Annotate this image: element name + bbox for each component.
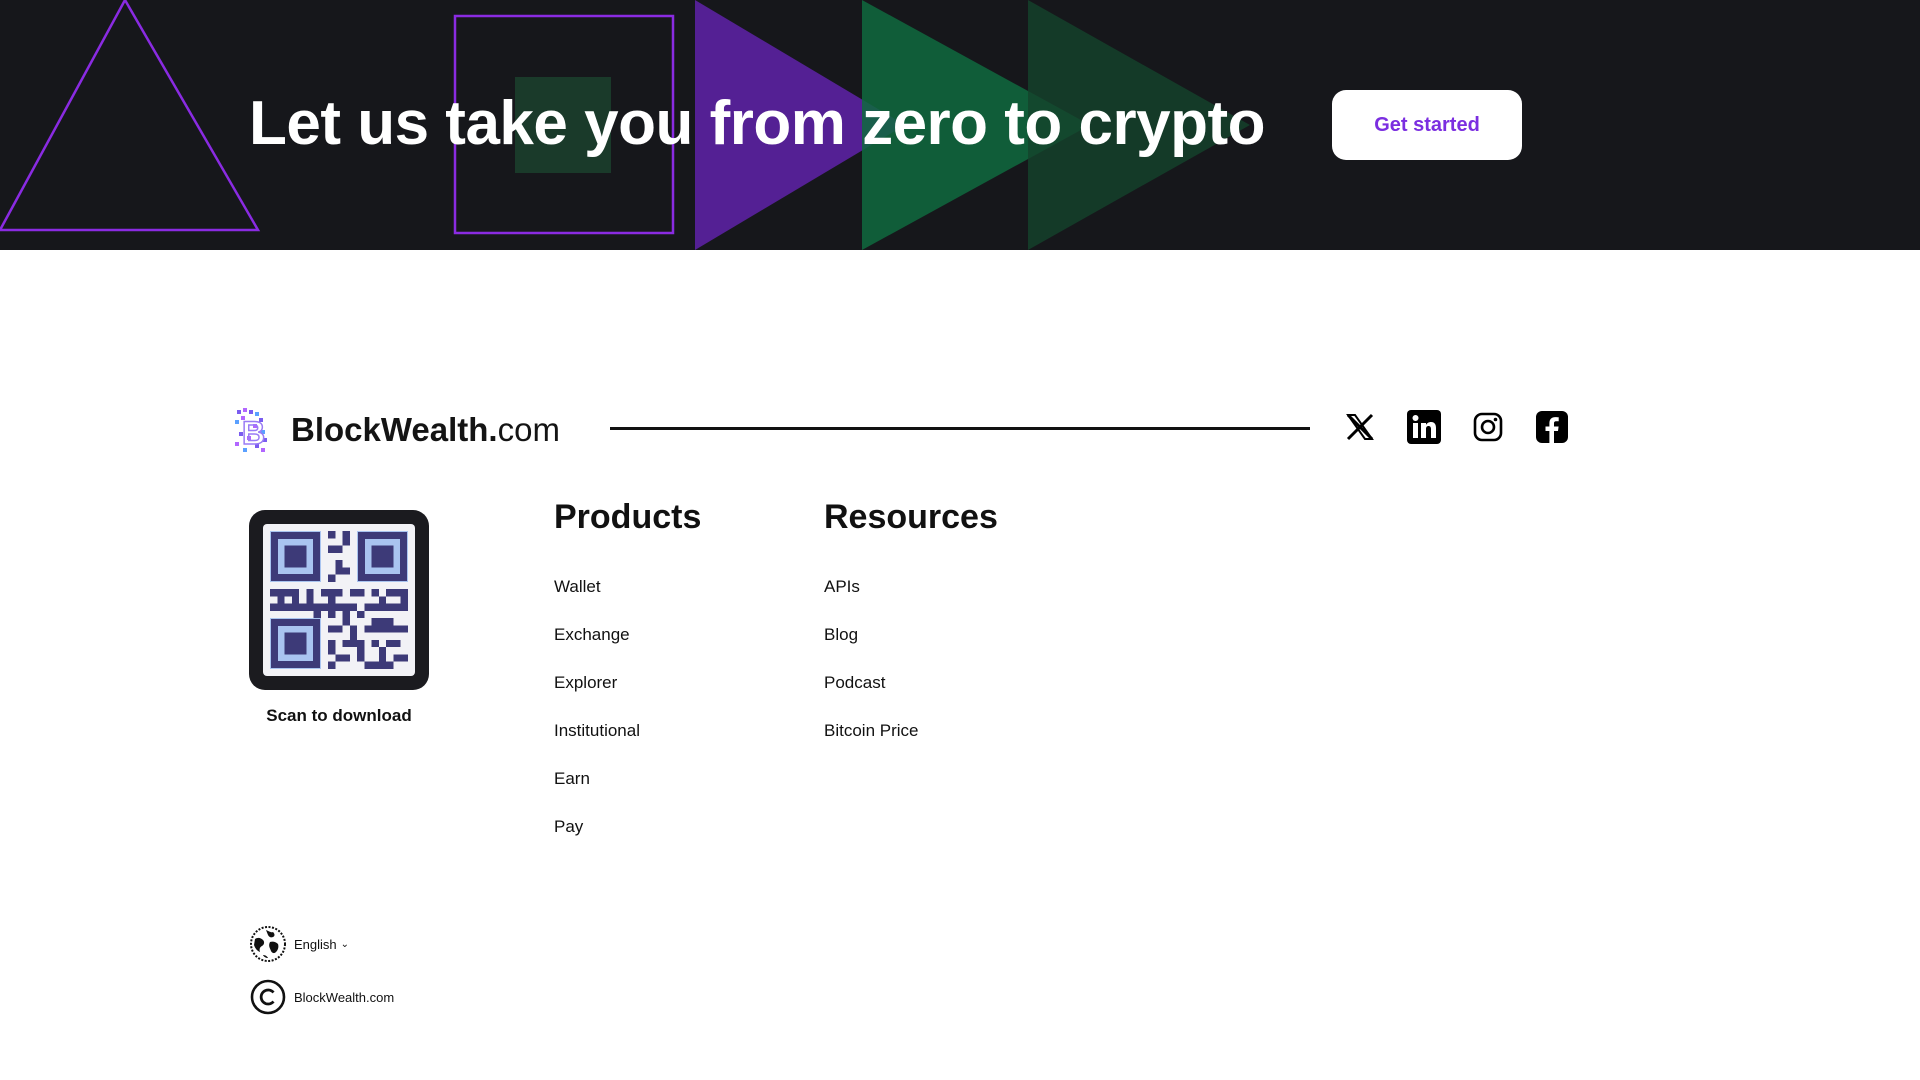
svg-text:B: B (242, 415, 265, 451)
linkedin-icon[interactable] (1407, 410, 1441, 444)
resources-heading: Resources (824, 498, 998, 536)
footer-link-bitcoin-price[interactable]: Bitcoin Price (824, 721, 998, 769)
products-heading: Products (554, 498, 702, 536)
footer-link-earn[interactable]: Earn (554, 769, 701, 817)
download-qr-code (249, 510, 429, 690)
hero-title: Let us take you from zero to crypto (249, 89, 1266, 158)
footer-link-wallet[interactable]: Wallet (554, 577, 701, 625)
brand-name: BlockWealth.com (291, 411, 560, 448)
x-icon[interactable] (1343, 410, 1377, 444)
language-selector[interactable]: English ⌄ (249, 925, 349, 963)
copyright-icon (250, 979, 286, 1015)
footer-link-podcast[interactable]: Podcast (824, 673, 998, 721)
footer-link-institutional[interactable]: Institutional (554, 721, 701, 769)
products-column: Products Wallet Exchange Explorer Instit… (554, 498, 701, 865)
language-label: English (294, 936, 337, 952)
copyright: BlockWealth.com (249, 978, 394, 1016)
footer-link-pay[interactable]: Pay (554, 817, 701, 865)
copyright-label: BlockWealth.com (294, 989, 395, 1005)
qr-caption: Scan to download (266, 706, 412, 725)
facebook-icon[interactable] (1535, 410, 1569, 444)
qr-code-icon (263, 524, 415, 676)
hero-banner: Let us take you from zero to crypto Get … (0, 0, 1920, 250)
chevron-down-icon: ⌄ (340, 938, 350, 950)
globe-icon (250, 926, 286, 962)
get-started-button[interactable]: Get started (1332, 90, 1522, 160)
footer-divider (610, 427, 1310, 430)
footer-link-exchange[interactable]: Exchange (554, 625, 701, 673)
blockwealth-logo-icon: B (235, 408, 267, 452)
footer-link-explorer[interactable]: Explorer (554, 673, 701, 721)
footer-link-apis[interactable]: APIs (824, 577, 998, 625)
instagram-icon[interactable] (1471, 410, 1505, 444)
resources-column: Resources APIs Blog Podcast Bitcoin Pric… (824, 498, 998, 769)
footer-brand[interactable]: B BlockWealth.com (233, 406, 560, 454)
social-links (1343, 410, 1569, 444)
footer-link-blog[interactable]: Blog (824, 625, 998, 673)
